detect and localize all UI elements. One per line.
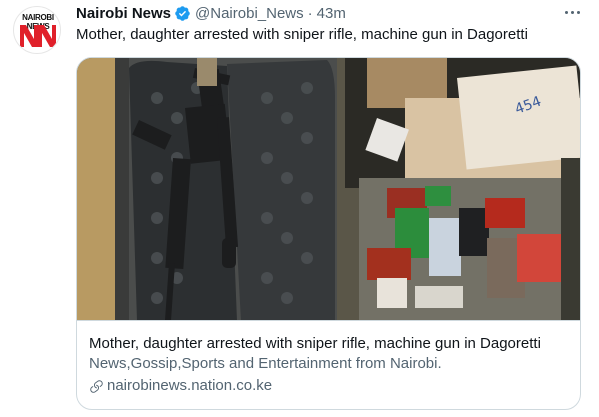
avatar[interactable]: NAIROBI NEWS	[13, 6, 61, 54]
more-options-icon[interactable]	[560, 2, 584, 22]
author-name[interactable]: Nairobi News	[76, 5, 171, 22]
tweet[interactable]: NAIROBI NEWS Nairobi News @Nairobi_News …	[0, 0, 599, 417]
link-icon	[90, 379, 103, 393]
link-card[interactable]: 454 Mother, daughter arrested with snipe…	[76, 57, 581, 410]
card-domain: nairobinews.nation.co.ke	[89, 376, 568, 396]
nairobi-news-logo-icon	[20, 25, 56, 47]
timestamp[interactable]: 43m	[317, 5, 346, 22]
card-title: Mother, daughter arrested with sniper ri…	[89, 335, 541, 352]
card-photo: 454	[77, 58, 580, 320]
card-description: News,Gossip,Sports and Entertainment fro…	[89, 355, 442, 372]
verified-badge-icon	[175, 6, 190, 21]
separator-dot: ·	[307, 4, 313, 22]
card-image[interactable]: 454	[77, 58, 580, 321]
tweet-text: Mother, daughter arrested with sniper ri…	[76, 26, 528, 43]
card-body[interactable]: Mother, daughter arrested with sniper ri…	[77, 322, 580, 409]
tweet-header: Nairobi News @Nairobi_News · 43m	[76, 3, 346, 23]
card-domain-text: nairobinews.nation.co.ke	[107, 377, 273, 394]
author-handle[interactable]: @Nairobi_News	[195, 5, 304, 22]
